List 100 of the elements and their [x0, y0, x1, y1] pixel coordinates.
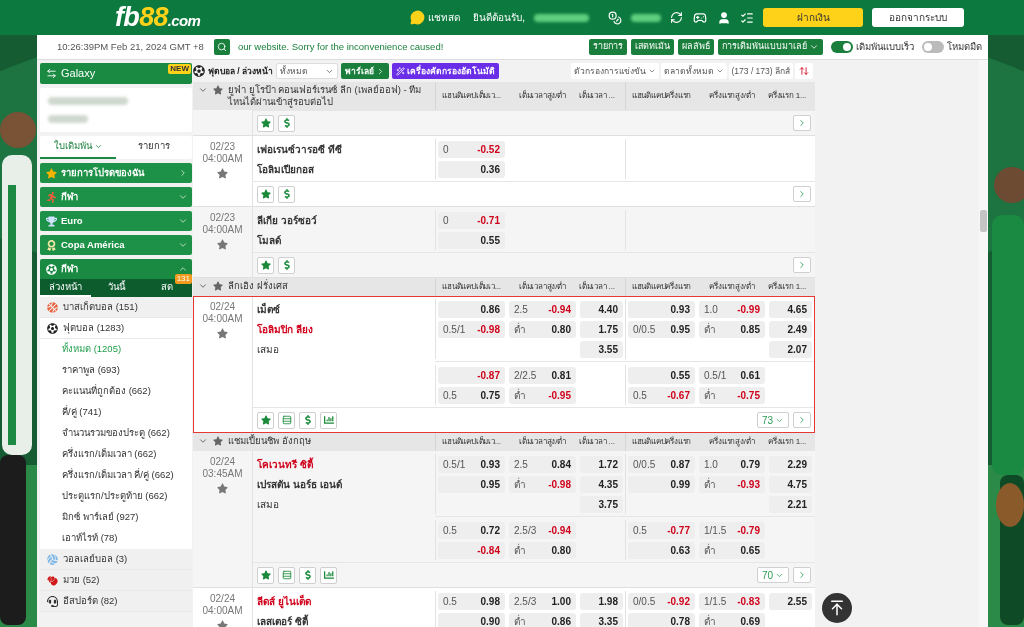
odds-button[interactable]: 2.5/3 -0.94 [509, 521, 576, 539]
favorite-button[interactable] [257, 411, 274, 429]
odds-button[interactable]: 1.72 [580, 455, 623, 473]
chevron-down-icon[interactable] [198, 436, 208, 446]
odds-type-dropdown[interactable]: การเดิมพันแบบมาเลย์ [718, 39, 823, 55]
markets-button[interactable] [278, 566, 295, 584]
logo[interactable]: fb88.com [115, 4, 201, 31]
markets-button[interactable] [278, 411, 295, 429]
market-item[interactable]: ครึ่งแรก/เต็มเวลา คี่/คู่ (662) [40, 465, 192, 486]
sidebar-tab[interactable]: รายการ [116, 136, 192, 159]
live-chat-link[interactable]: แชทสด [428, 10, 461, 25]
odds-button[interactable]: 0.55 [628, 366, 695, 384]
sidebar-section[interactable]: รายการโปรดของฉัน [40, 163, 192, 183]
odds-button[interactable]: 0.78 [628, 612, 695, 627]
odds-button[interactable]: 0.36 [438, 160, 505, 178]
odds-button[interactable]: 0.86 [438, 300, 505, 318]
odds-button[interactable]: 0.90 [438, 612, 505, 627]
bet-button[interactable] [299, 566, 316, 584]
star-icon[interactable] [213, 281, 223, 291]
market-item[interactable]: คี่/คู่ (741) [40, 402, 192, 423]
odds-button[interactable]: 0.5/1 -0.98 [438, 320, 505, 338]
odds-button[interactable]: ต่ำ 0.80 [509, 320, 576, 338]
stats-button[interactable] [320, 411, 337, 429]
gamepad-icon[interactable] [692, 10, 708, 25]
odds-button[interactable]: 3.35 [580, 612, 623, 627]
odds-button[interactable]: 3.55 [580, 340, 623, 358]
user-icon[interactable] [717, 10, 731, 25]
galaxy-banner[interactable]: Galaxy NEW [40, 63, 192, 84]
odds-button[interactable]: 0.93 [628, 300, 695, 318]
nav-button[interactable]: ผลลัพธ์ [678, 39, 714, 55]
odds-button[interactable]: 0/0.5 0.95 [628, 320, 695, 338]
odds-button[interactable]: 2.5 -0.94 [509, 300, 576, 318]
odds-button[interactable]: ต่ำ -0.98 [509, 475, 576, 493]
league-header[interactable]: ลีกเอิง ฝรั่งเศส แฮนดิแคปเต็มเว... เต็มเวลาสูง/ต่ำ เต็มเวลา ... แฮนดิแคปครึ่งแรก ครึ่งแรกสูง/ต่ำ ครึ่งแรก 1... [193, 278, 815, 296]
refresh-icon[interactable] [670, 11, 683, 24]
filter-dropdown[interactable]: ตลาดทั้งหมด [660, 63, 727, 79]
odds-button[interactable]: -0.84 [438, 541, 505, 559]
favorite-button[interactable] [257, 256, 274, 274]
auto-filter-button[interactable]: เครื่องคัดกรองอัตโนมัติ [392, 63, 500, 79]
odds-button[interactable]: 0 -0.52 [438, 140, 505, 158]
odds-button[interactable]: ต่ำ -0.75 [699, 386, 765, 404]
odds-button[interactable]: 4.40 [580, 300, 623, 318]
more-markets-button[interactable]: 70 [757, 567, 789, 583]
odds-button[interactable]: 0.5/1 0.61 [699, 366, 765, 384]
checklist-icon[interactable] [740, 10, 754, 25]
bet-button[interactable] [278, 114, 295, 132]
market-item[interactable]: ทั้งหมด (1205) [40, 339, 192, 360]
market-item[interactable]: ประตูแรก/ประตูท้าย (662) [40, 486, 192, 507]
odds-button[interactable]: 2.5 0.84 [509, 455, 576, 473]
sport-item[interactable]: ฟุตบอล (1283) [40, 318, 192, 339]
market-item[interactable]: ครึ่งแรก/เต็มเวลา (662) [40, 444, 192, 465]
bet-button[interactable] [278, 185, 295, 203]
market-item[interactable]: จำนวนรวมของประตู (662) [40, 423, 192, 444]
odds-button[interactable]: 4.75 [769, 475, 812, 493]
market-item[interactable]: ราคาพูล (693) [40, 360, 192, 381]
sidebar-section[interactable]: Euro [40, 211, 192, 231]
odds-button[interactable]: 3.75 [580, 495, 623, 513]
odds-button[interactable]: 0.5/1 0.93 [438, 455, 505, 473]
odds-button[interactable]: 2.49 [769, 320, 812, 338]
odds-button[interactable]: ต่ำ 0.80 [509, 541, 576, 559]
odds-button[interactable]: 0 -0.71 [438, 211, 505, 229]
odds-button[interactable]: ต่ำ 0.65 [699, 541, 765, 559]
market-item[interactable]: เอาท์ไรท์ (78) [40, 528, 192, 549]
nav-button[interactable]: รายการ [589, 39, 627, 55]
chevron-down-icon[interactable] [198, 85, 208, 95]
bet-button[interactable] [299, 411, 316, 429]
bet-button[interactable] [278, 256, 295, 274]
odds-button[interactable]: 0.5 0.75 [438, 386, 505, 404]
odds-button[interactable]: 0.5 0.72 [438, 521, 505, 539]
sport-tab[interactable]: วันนี้ [90, 279, 142, 297]
logout-button[interactable]: ออกจากระบบ [872, 8, 964, 27]
sidebar-section[interactable]: Copa América [40, 235, 192, 255]
star-icon[interactable] [217, 328, 228, 339]
odds-button[interactable]: -0.87 [438, 366, 505, 384]
odds-button[interactable]: ต่ำ -0.93 [699, 475, 765, 493]
filter-dropdown[interactable]: ตัวกรองการแข่งขัน [570, 63, 659, 79]
star-icon[interactable] [213, 85, 223, 95]
odds-button[interactable]: 0.55 [438, 231, 505, 249]
odds-button[interactable]: 1/1.5 -0.83 [699, 592, 765, 610]
market-item[interactable]: มิกซ์ พาร์เลย์ (927) [40, 507, 192, 528]
search-button[interactable] [213, 39, 230, 55]
odds-button[interactable]: ต่ำ 0.85 [699, 320, 765, 338]
odds-button[interactable]: 2.5/3 1.00 [509, 592, 576, 610]
odds-button[interactable]: 1.0 0.79 [699, 455, 765, 473]
sidebar-tab[interactable]: ใบเดิมพัน [40, 136, 116, 159]
odds-button[interactable]: 0.5 0.98 [438, 592, 505, 610]
deposit-button[interactable]: ฝากเงิน [763, 8, 863, 27]
star-icon[interactable] [217, 239, 228, 250]
chevron-down-icon[interactable] [198, 281, 208, 291]
sort-button[interactable] [795, 63, 813, 79]
odds-button[interactable]: 1.75 [580, 320, 623, 338]
more-markets-button[interactable]: 73 [757, 412, 789, 428]
odds-button[interactable]: 0.5 -0.77 [628, 521, 695, 539]
star-icon[interactable] [217, 168, 228, 179]
star-icon[interactable] [217, 483, 228, 494]
toggle-switch[interactable] [922, 41, 944, 53]
odds-button[interactable]: 4.65 [769, 300, 812, 318]
odds-button[interactable]: ต่ำ 0.86 [509, 612, 576, 627]
league-header[interactable]: แชมเปี้ยนชิพ อังกฤษ แฮนดิแคปเต็มเว... เต็มเวลาสูง/ต่ำ เต็มเวลา ... แฮนดิแคปครึ่งแรก ครึ่งแรกสูง/ต่ำ ครึ่งแรก 1... [193, 433, 815, 451]
odds-button[interactable]: 2/2.5 0.81 [509, 366, 576, 384]
